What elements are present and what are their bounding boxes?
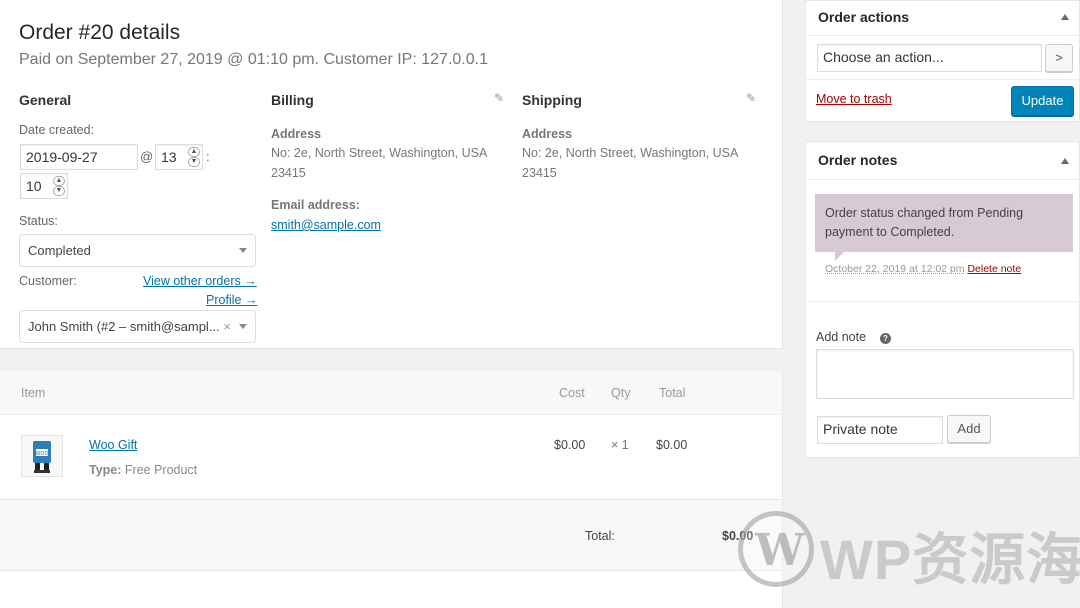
shipping-address-line2: 23415 xyxy=(522,166,557,180)
note-meta: October 22, 2019 at 12:02 pm Delete note xyxy=(825,263,1021,275)
order-actions-title: Order actions xyxy=(818,9,910,25)
order-action-value: Choose an action... xyxy=(823,49,944,65)
hour-spinner[interactable]: ▲ ▼ xyxy=(188,147,200,167)
general-heading: General xyxy=(19,92,72,108)
collapse-toggle-icon[interactable] xyxy=(1061,14,1069,20)
customer-label: Customer: xyxy=(19,274,77,288)
order-notes-title: Order notes xyxy=(818,152,898,168)
divider xyxy=(806,301,1079,302)
divider xyxy=(806,35,1079,36)
order-note: Order status changed from Pending paymen… xyxy=(815,194,1073,252)
date-created-input[interactable]: 2019-09-27 xyxy=(20,144,138,170)
wordpress-logo-icon: W xyxy=(738,511,814,587)
status-value: Completed xyxy=(28,243,91,258)
date-created-value: 2019-09-27 xyxy=(26,149,98,165)
colon-separator: : xyxy=(206,149,210,164)
total-label: Total: xyxy=(585,529,615,543)
product-name-link[interactable]: Woo Gift xyxy=(89,438,137,452)
collapse-toggle-icon[interactable] xyxy=(1061,158,1069,164)
column-header-qty[interactable]: Qty xyxy=(611,386,630,400)
order-details-panel: Order #20 details Paid on September 27, … xyxy=(0,0,783,349)
delete-note-link[interactable]: Delete note xyxy=(967,263,1021,275)
spin-down-icon[interactable]: ▼ xyxy=(53,186,65,196)
order-actions-box: Order actions Choose an action... > Move… xyxy=(805,0,1080,122)
apply-action-button[interactable]: > xyxy=(1045,44,1073,72)
customer-select[interactable]: John Smith (#2 – smith@sampl... × xyxy=(19,310,256,343)
customer-value: John Smith (#2 – smith@sampl... xyxy=(28,319,220,334)
column-header-item[interactable]: Item xyxy=(21,386,45,400)
move-to-trash-link[interactable]: Move to trash xyxy=(816,92,892,106)
billing-address-line1: No: 2e, North Street, Washington, USA xyxy=(271,146,488,160)
product-type-label: Type: xyxy=(89,463,122,477)
add-note-textarea[interactable] xyxy=(816,349,1074,399)
product-type: Type: Free Product xyxy=(89,463,197,477)
edit-billing-pencil-icon[interactable]: ✎ xyxy=(494,91,504,105)
watermark-text: WP资源海 xyxy=(820,528,1080,591)
chevron-down-icon xyxy=(239,324,247,329)
customer-profile-link[interactable]: Profile → xyxy=(206,293,257,307)
watermark: W WP资源海 xyxy=(738,511,1080,591)
order-notes-box: Order notes Order status changed from Pe… xyxy=(805,141,1080,458)
shipping-address-line1: No: 2e, North Street, Washington, USA xyxy=(522,146,739,160)
item-cost: $0.00 xyxy=(554,438,586,452)
billing-address: No: 2e, North Street, Washington, USA 23… xyxy=(271,143,487,183)
watermark-logo-letter: W xyxy=(755,525,805,576)
order-action-select[interactable]: Choose an action... xyxy=(817,44,1042,72)
item-qty: × 1 xyxy=(611,438,629,452)
billing-email-label: Email address: xyxy=(271,198,360,212)
hour-input[interactable]: 13 ▲ ▼ xyxy=(155,144,203,170)
column-header-cost[interactable]: Cost xyxy=(559,386,585,400)
order-totals: Total: $0.00 xyxy=(0,499,782,571)
order-subtitle: Paid on September 27, 2019 @ 01:10 pm. C… xyxy=(19,51,488,68)
minute-spinner[interactable]: ▲ ▼ xyxy=(53,176,65,196)
note-type-value: Private note xyxy=(823,421,898,437)
note-date: October 22, 2019 at 12:02 pm xyxy=(825,263,965,275)
items-table-header: Item Cost Qty Total xyxy=(0,371,782,415)
clear-icon[interactable]: × xyxy=(223,311,231,342)
add-note-label: Add note xyxy=(816,330,867,344)
order-items-panel: Item Cost Qty Total WOO Woo Gift Type: F… xyxy=(0,371,783,608)
billing-heading: Billing xyxy=(271,92,314,108)
billing-address-label: Address xyxy=(271,127,322,141)
status-label: Status: xyxy=(19,214,58,228)
hour-value: 13 xyxy=(161,149,177,165)
minute-input[interactable]: 10 ▲ ▼ xyxy=(20,173,68,199)
item-total: $0.00 xyxy=(656,438,688,452)
divider xyxy=(806,79,1079,80)
edit-shipping-pencil-icon[interactable]: ✎ xyxy=(746,91,756,105)
update-button[interactable]: Update xyxy=(1011,86,1074,116)
product-thumbnail[interactable]: WOO xyxy=(21,435,63,477)
help-icon[interactable]: ? xyxy=(880,333,891,344)
spin-up-icon[interactable]: ▲ xyxy=(188,147,200,157)
spin-down-icon[interactable]: ▼ xyxy=(188,157,200,167)
at-separator: @ xyxy=(140,149,154,164)
add-note-button[interactable]: Add xyxy=(947,415,991,443)
product-type-value: Free Product xyxy=(124,463,198,477)
billing-email-link[interactable]: smith@sample.com xyxy=(271,218,381,232)
shipping-address-label: Address xyxy=(522,127,573,141)
chevron-down-icon xyxy=(239,248,247,253)
date-created-label: Date created: xyxy=(19,123,95,137)
view-other-orders-link[interactable]: View other orders → xyxy=(143,274,257,288)
note-type-select[interactable]: Private note xyxy=(817,416,943,444)
divider xyxy=(806,179,1079,180)
svg-text:WOO: WOO xyxy=(36,451,49,457)
shipping-heading: Shipping xyxy=(522,92,582,108)
note-tail xyxy=(835,252,844,261)
billing-address-line2: 23415 xyxy=(271,166,306,180)
spin-up-icon[interactable]: ▲ xyxy=(53,176,65,186)
page-title: Order #20 details xyxy=(19,21,181,44)
shipping-address: No: 2e, North Street, Washington, USA 23… xyxy=(522,143,738,183)
product-image-icon: WOO xyxy=(33,441,51,473)
status-select[interactable]: Completed xyxy=(19,234,256,267)
column-header-total[interactable]: Total xyxy=(659,386,685,400)
minute-value: 10 xyxy=(26,178,42,194)
